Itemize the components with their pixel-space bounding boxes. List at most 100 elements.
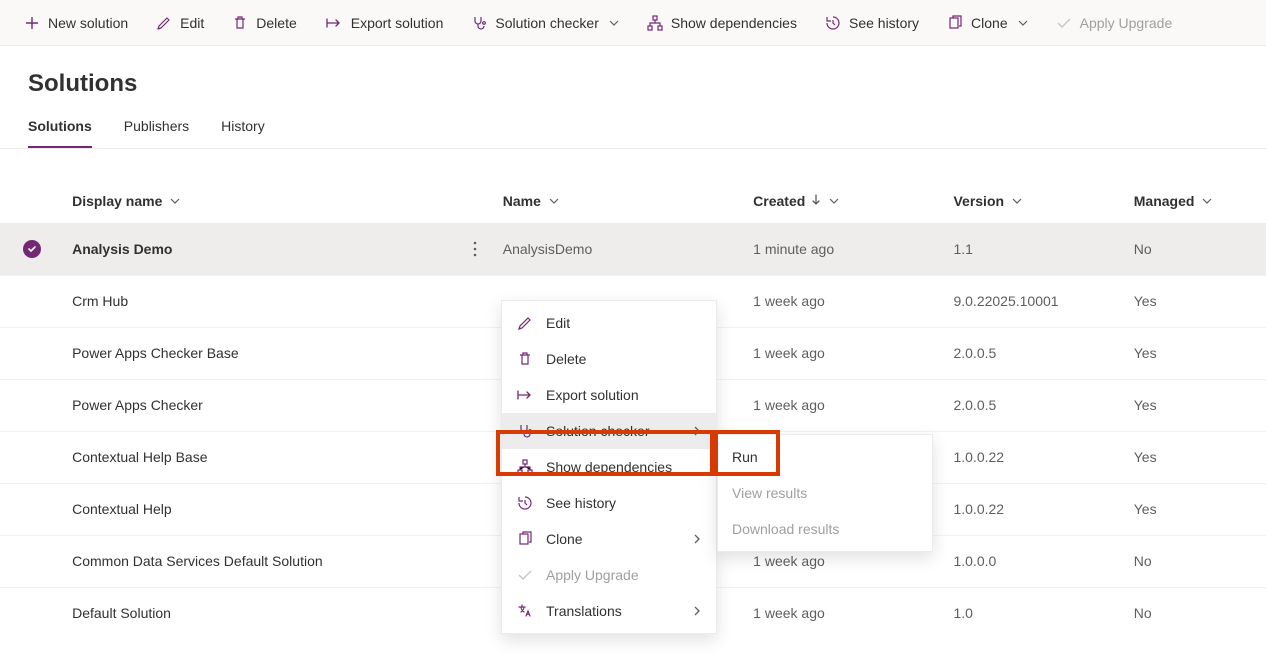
col-display-name[interactable]: Display name [64, 179, 495, 223]
menu-edit[interactable]: Edit [502, 305, 716, 341]
col-managed[interactable]: Managed [1126, 179, 1266, 223]
delete-button[interactable]: Delete [220, 9, 308, 37]
chevron-right-icon [692, 423, 702, 439]
chevron-down-icon [609, 18, 619, 28]
menu-label: View results [732, 485, 807, 501]
col-label: Name [503, 193, 541, 209]
tab-solutions[interactable]: Solutions [28, 106, 92, 148]
chevron-right-icon [692, 531, 702, 547]
stethoscope-icon [516, 423, 534, 439]
menu-show-dependencies[interactable]: Show dependencies [502, 449, 716, 485]
managed-cell: No [1134, 605, 1152, 621]
stethoscope-icon [471, 15, 487, 31]
menu-label: Export solution [546, 387, 639, 403]
menu-apply-upgrade: Apply Upgrade [502, 557, 716, 593]
plus-icon [24, 15, 40, 31]
col-created[interactable]: Created [745, 179, 945, 223]
display-name-cell: Power Apps Checker [72, 397, 203, 413]
menu-label: Clone [546, 531, 583, 547]
row-context-menu: Edit Delete Export solution Solution che… [501, 300, 717, 634]
version-cell: 2.0.0.5 [953, 345, 996, 361]
col-label: Created [753, 193, 805, 209]
check-icon [516, 567, 534, 583]
managed-cell: Yes [1134, 293, 1157, 309]
menu-see-history[interactable]: See history [502, 485, 716, 521]
submenu-run[interactable]: Run [718, 439, 932, 475]
edit-button[interactable]: Edit [144, 9, 216, 37]
version-cell: 1.0 [953, 605, 972, 621]
menu-solution-checker[interactable]: Solution checker [502, 413, 716, 449]
managed-cell: No [1134, 241, 1152, 257]
created-cell: 1 minute ago [753, 241, 834, 257]
created-cell: 1 week ago [753, 397, 825, 413]
col-label: Managed [1134, 193, 1195, 209]
cmd-label: Apply Upgrade [1080, 15, 1173, 31]
apply-upgrade-button: Apply Upgrade [1044, 9, 1185, 37]
created-cell: 1 week ago [753, 293, 825, 309]
export-solution-button[interactable]: Export solution [313, 9, 456, 37]
check-icon [1056, 15, 1072, 31]
export-icon [325, 15, 343, 31]
cmd-label: Clone [971, 15, 1008, 31]
history-icon [516, 495, 534, 511]
tab-publishers[interactable]: Publishers [124, 106, 189, 148]
col-label: Display name [72, 193, 162, 209]
solution-checker-button[interactable]: Solution checker [459, 9, 631, 37]
display-name-cell: Contextual Help [72, 501, 172, 517]
pencil-icon [516, 315, 534, 331]
display-name-cell: Contextual Help Base [72, 449, 207, 465]
version-cell: 1.1 [953, 241, 972, 257]
col-version[interactable]: Version [945, 179, 1125, 223]
cmd-label: Show dependencies [671, 15, 797, 31]
see-history-button[interactable]: See history [813, 9, 931, 37]
chevron-down-icon [1202, 196, 1212, 206]
created-cell: 1 week ago [753, 553, 825, 569]
selected-check-icon [23, 240, 41, 258]
version-cell: 9.0.22025.10001 [953, 293, 1058, 309]
name-cell: AnalysisDemo [503, 241, 592, 257]
export-icon [516, 387, 534, 403]
col-label: Version [953, 193, 1004, 209]
clone-icon [516, 531, 534, 547]
table-row[interactable]: Analysis DemoAnalysisDemo1 minute ago1.1… [0, 223, 1266, 275]
page-title: Solutions [0, 46, 1266, 106]
created-cell: 1 week ago [753, 345, 825, 361]
cmd-label: Export solution [351, 15, 444, 31]
dependencies-icon [516, 459, 534, 475]
menu-label: Apply Upgrade [546, 567, 639, 583]
show-dependencies-button[interactable]: Show dependencies [635, 9, 809, 37]
pencil-icon [156, 15, 172, 31]
managed-cell: Yes [1134, 397, 1157, 413]
more-actions-button[interactable] [463, 237, 487, 261]
menu-label: Delete [546, 351, 586, 367]
chevron-right-icon [692, 603, 702, 619]
menu-delete[interactable]: Delete [502, 341, 716, 377]
submenu-download-results: Download results [718, 511, 932, 547]
chevron-down-icon [170, 196, 180, 206]
menu-translations[interactable]: Translations [502, 593, 716, 629]
chevron-down-icon [1012, 196, 1022, 206]
menu-label: See history [546, 495, 616, 511]
version-cell: 1.0.0.22 [953, 501, 1004, 517]
cmd-label: Edit [180, 15, 204, 31]
display-name-cell: Power Apps Checker Base [72, 345, 239, 361]
command-bar: New solution Edit Delete Export solution… [0, 0, 1266, 46]
menu-label: Translations [546, 603, 622, 619]
menu-label: Solution checker [546, 423, 650, 439]
tab-history[interactable]: History [221, 106, 265, 148]
menu-label: Run [732, 449, 758, 465]
submenu-view-results: View results [718, 475, 932, 511]
cmd-label: Solution checker [495, 15, 599, 31]
new-solution-button[interactable]: New solution [12, 9, 140, 37]
tab-bar: Solutions Publishers History [0, 106, 1266, 149]
clone-button[interactable]: Clone [935, 9, 1040, 37]
display-name-cell: Common Data Services Default Solution [72, 553, 323, 569]
col-name[interactable]: Name [495, 179, 745, 223]
version-cell: 2.0.0.5 [953, 397, 996, 413]
managed-cell: No [1134, 553, 1152, 569]
menu-label: Show dependencies [546, 459, 672, 475]
menu-export-solution[interactable]: Export solution [502, 377, 716, 413]
trash-icon [232, 15, 248, 31]
display-name-cell: Crm Hub [72, 293, 128, 309]
menu-clone[interactable]: Clone [502, 521, 716, 557]
